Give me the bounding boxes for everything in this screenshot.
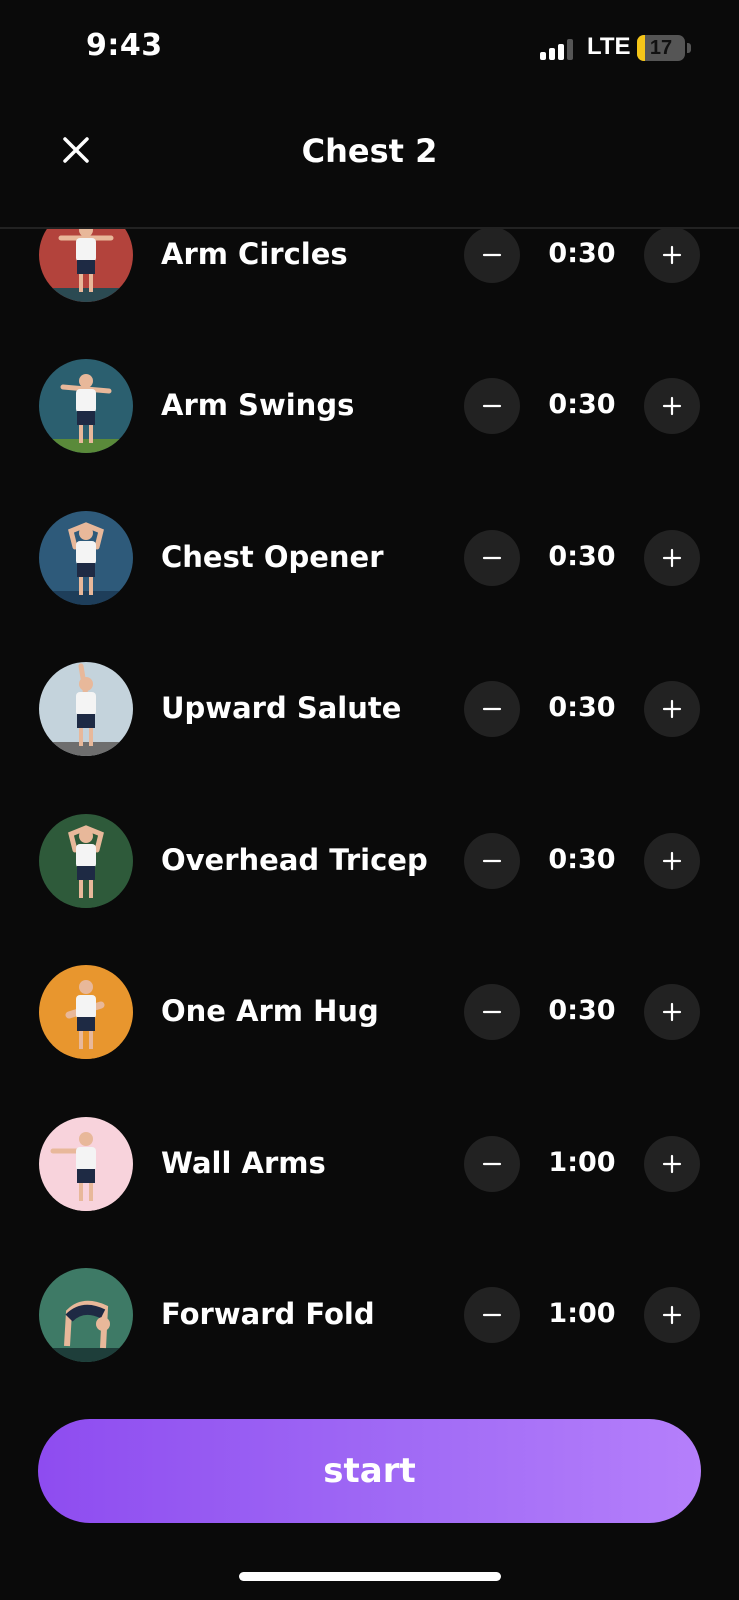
header: Chest 2	[0, 100, 739, 229]
minus-icon	[482, 707, 502, 711]
plus-icon	[662, 699, 682, 719]
battery-icon: 17	[637, 35, 685, 61]
exercise-duration: 0:30	[548, 238, 616, 269]
minus-icon	[482, 1313, 502, 1317]
exercise-duration: 0:30	[548, 389, 616, 420]
increase-duration-button[interactable]	[644, 530, 700, 586]
exercise-figure	[39, 1117, 133, 1211]
exercise-duration: 0:30	[548, 692, 616, 723]
decrease-duration-button[interactable]	[464, 1136, 520, 1192]
minus-icon	[482, 404, 502, 408]
exercise-row: One Arm Hug 0:30	[0, 962, 739, 1062]
exercise-duration: 1:00	[548, 1147, 616, 1178]
exercise-name: Forward Fold	[161, 1297, 375, 1331]
home-indicator	[239, 1572, 501, 1581]
plus-icon	[662, 548, 682, 568]
exercise-figure	[39, 1268, 133, 1362]
exercise-figure	[39, 965, 133, 1059]
exercise-avatar	[39, 662, 133, 756]
exercise-figure	[39, 814, 133, 908]
exercise-row: Overhead Tricep 0:30	[0, 811, 739, 911]
decrease-duration-button[interactable]	[464, 833, 520, 889]
increase-duration-button[interactable]	[644, 833, 700, 889]
exercise-duration: 0:30	[548, 995, 616, 1026]
plus-icon	[662, 1154, 682, 1174]
exercise-duration: 0:30	[548, 541, 616, 572]
plus-icon	[662, 851, 682, 871]
decrease-duration-button[interactable]	[464, 530, 520, 586]
exercise-avatar	[39, 965, 133, 1059]
exercise-row: Arm Swings 0:30	[0, 356, 739, 456]
start-button[interactable]: start	[38, 1419, 701, 1523]
battery-level: 17	[649, 37, 673, 59]
exercise-name: Overhead Tricep	[161, 843, 428, 877]
exercise-name: Chest Opener	[161, 540, 384, 574]
exercise-row: Wall Arms 1:00	[0, 1114, 739, 1214]
exercise-row: Arm Circles 0:30	[0, 224, 739, 305]
status-time: 9:43	[86, 28, 163, 63]
status-bar: 9:43 LTE 17	[0, 0, 739, 100]
exercise-row: Upward Salute 0:30	[0, 659, 739, 759]
exercise-figure	[39, 359, 133, 453]
decrease-duration-button[interactable]	[464, 378, 520, 434]
plus-icon	[662, 245, 682, 265]
increase-duration-button[interactable]	[644, 227, 700, 283]
minus-icon	[482, 253, 502, 257]
exercise-avatar	[39, 511, 133, 605]
exercise-name: One Arm Hug	[161, 994, 379, 1028]
minus-icon	[482, 1010, 502, 1014]
page-title: Chest 2	[301, 132, 438, 170]
exercise-name: Upward Salute	[161, 691, 402, 725]
plus-icon	[662, 1305, 682, 1325]
network-type: LTE	[587, 33, 631, 60]
exercise-figure	[39, 662, 133, 756]
exercise-avatar	[39, 224, 133, 302]
exercise-avatar	[39, 359, 133, 453]
minus-icon	[482, 1162, 502, 1166]
increase-duration-button[interactable]	[644, 984, 700, 1040]
exercise-duration: 1:00	[548, 1298, 616, 1329]
signal-icon	[540, 38, 573, 60]
exercise-figure	[39, 511, 133, 605]
plus-icon	[662, 1002, 682, 1022]
increase-duration-button[interactable]	[644, 1136, 700, 1192]
increase-duration-button[interactable]	[644, 378, 700, 434]
exercise-duration: 0:30	[548, 844, 616, 875]
exercise-row: Forward Fold 1:00	[0, 1265, 739, 1365]
decrease-duration-button[interactable]	[464, 227, 520, 283]
increase-duration-button[interactable]	[644, 1287, 700, 1343]
decrease-duration-button[interactable]	[464, 681, 520, 737]
exercise-name: Arm Swings	[161, 388, 355, 422]
exercise-list: Arm Circles 0:30 Arm Swings 0:30 Chest O…	[0, 224, 739, 1374]
exercise-name: Wall Arms	[161, 1146, 326, 1180]
exercise-avatar	[39, 1117, 133, 1211]
decrease-duration-button[interactable]	[464, 1287, 520, 1343]
increase-duration-button[interactable]	[644, 681, 700, 737]
minus-icon	[482, 556, 502, 560]
exercise-name: Arm Circles	[161, 237, 348, 271]
battery-tip	[687, 43, 691, 53]
decrease-duration-button[interactable]	[464, 984, 520, 1040]
minus-icon	[482, 859, 502, 863]
exercise-avatar	[39, 814, 133, 908]
exercise-avatar	[39, 1268, 133, 1362]
plus-icon	[662, 396, 682, 416]
exercise-figure	[39, 224, 133, 302]
exercise-row: Chest Opener 0:30	[0, 508, 739, 608]
